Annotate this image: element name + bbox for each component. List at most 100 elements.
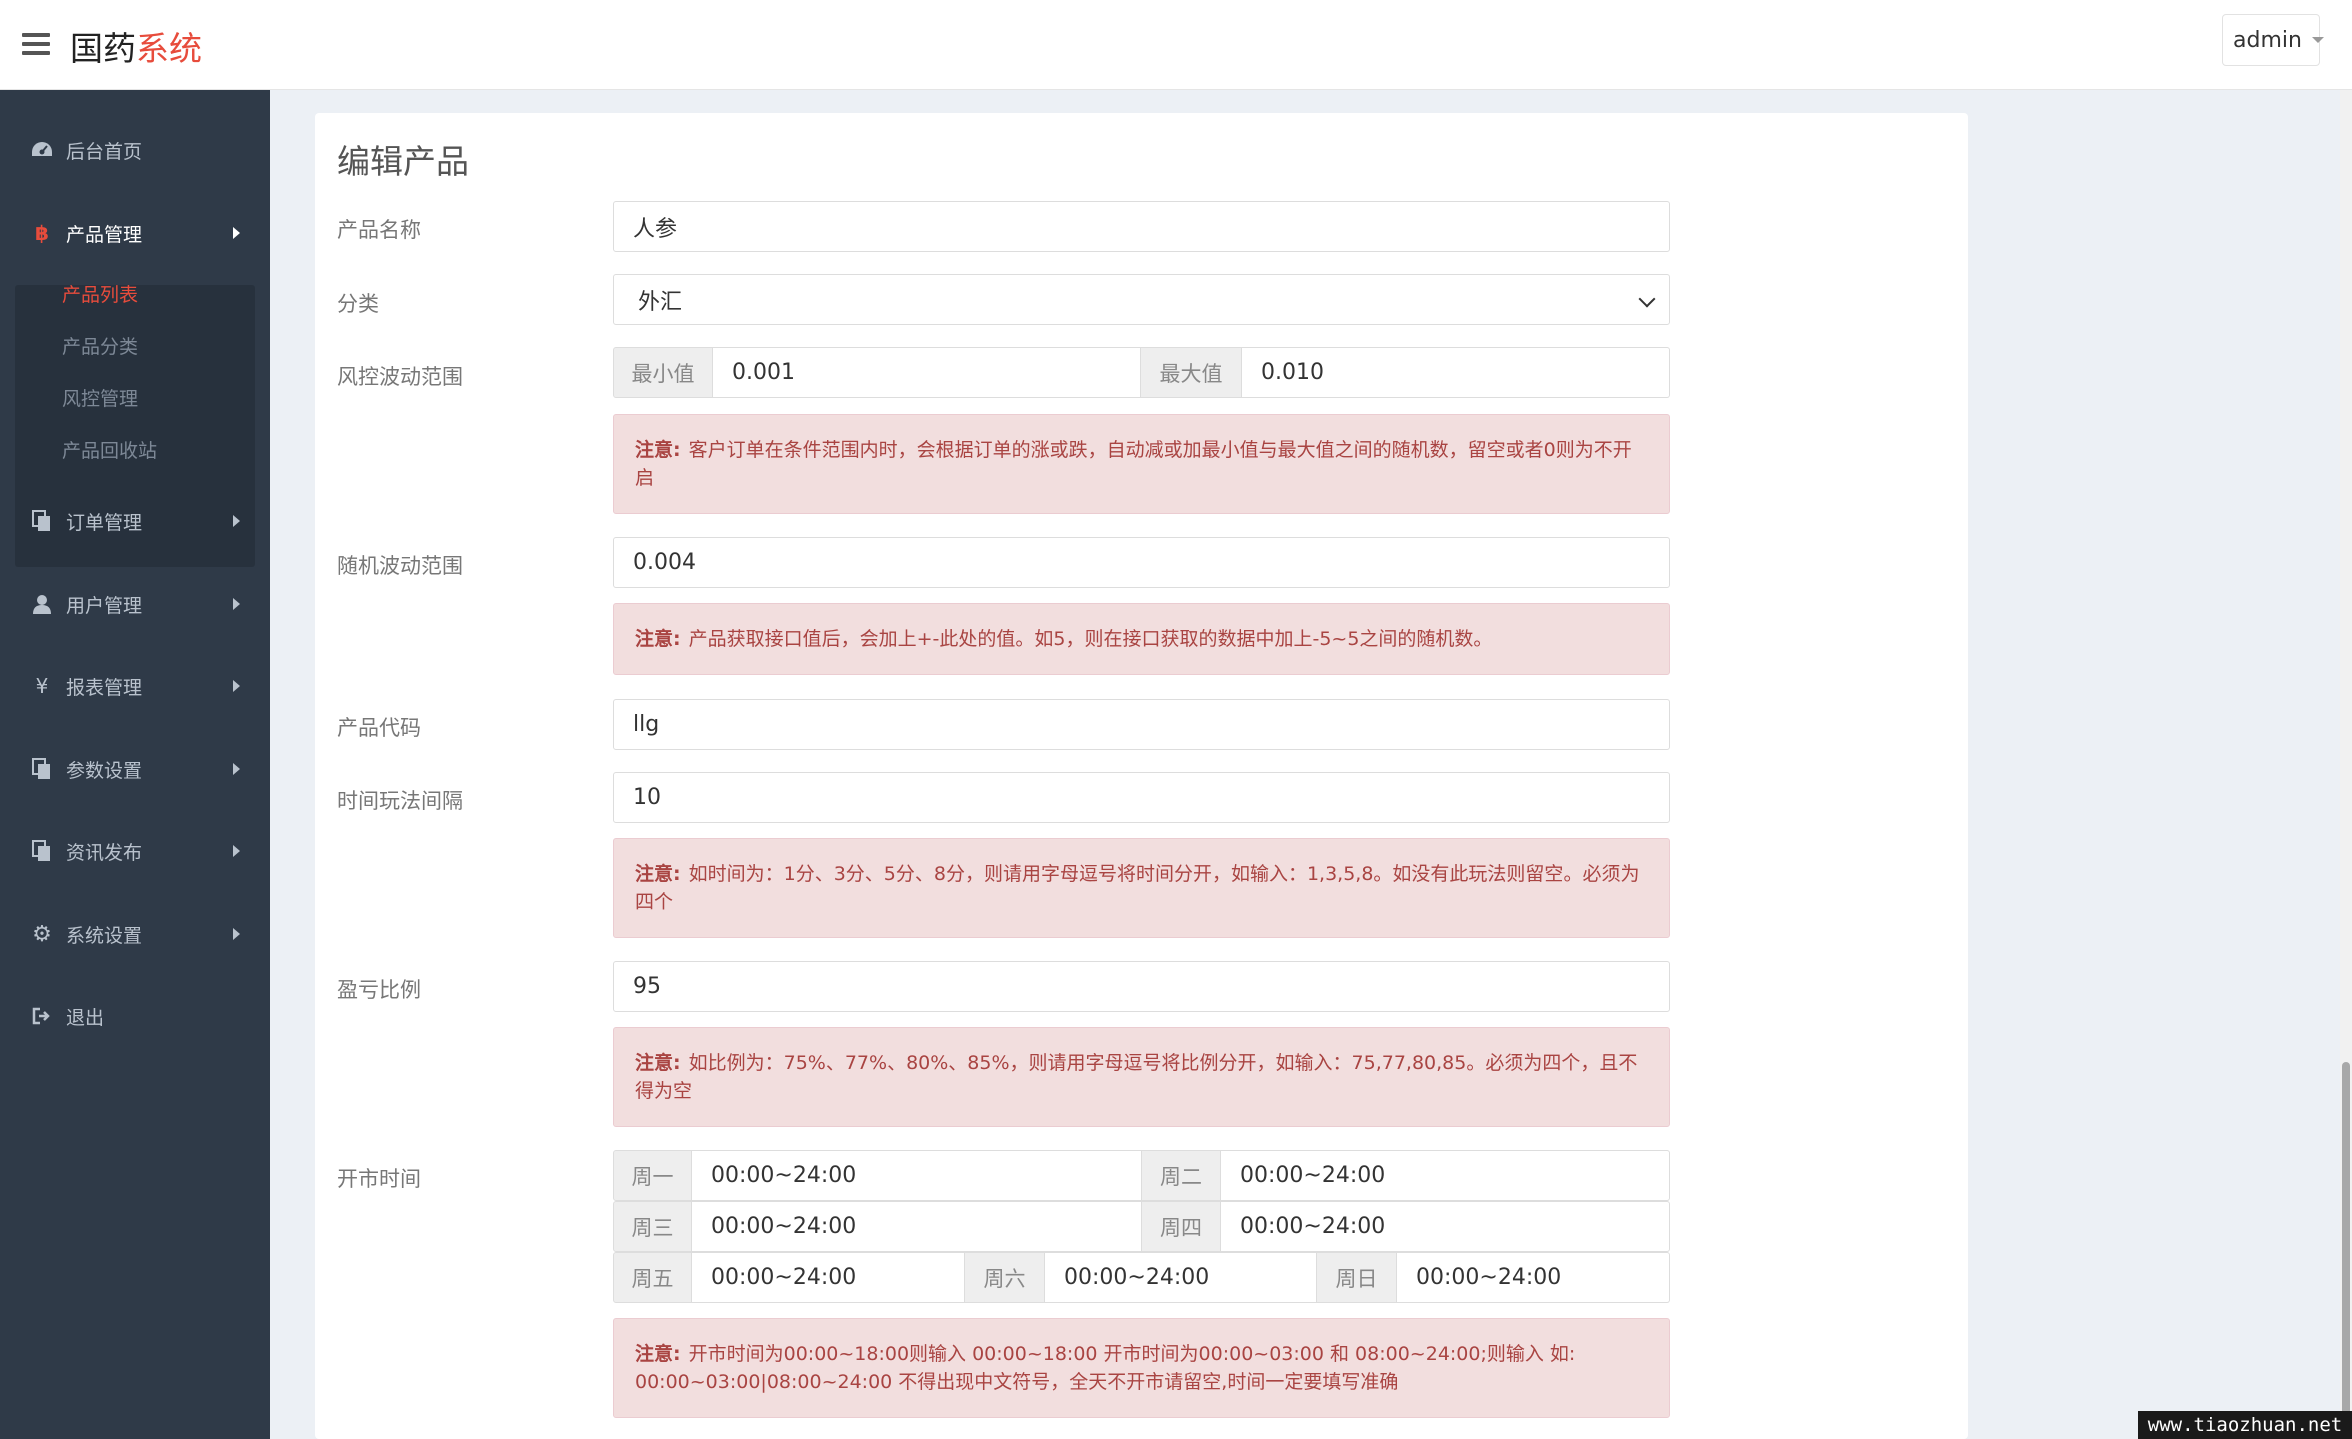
scrollbar-thumb[interactable]	[2342, 1062, 2350, 1439]
sign-out-icon	[30, 1004, 54, 1028]
sidebar-item-label: 产品管理	[66, 223, 143, 246]
category-label: 分类	[337, 292, 379, 316]
user-icon	[30, 592, 54, 616]
caret-down-icon	[2311, 37, 2324, 43]
alert-prefix: 注意:	[635, 1343, 681, 1365]
day-addon-thu: 周四	[1142, 1201, 1221, 1252]
bitcoin-icon: ฿	[35, 221, 49, 245]
yen-icon: ¥	[35, 674, 49, 698]
sidebar-item-dashboard[interactable]: 后台首页	[0, 120, 270, 180]
market-time-row-2: 周三 00:00~24:00 周四 00:00~24:00	[613, 1201, 1670, 1252]
random-note-alert: 注意: 产品获取接口值后，会加上+-此处的值。如5，则在接口获取的数据中加上-5~…	[613, 603, 1670, 675]
time-input-thu[interactable]: 00:00~24:00	[1221, 1201, 1670, 1252]
random-range-value: 0.004	[633, 550, 696, 575]
time-value-sat: 00:00~24:00	[1064, 1265, 1210, 1290]
ratio-note-alert: 注意: 如比例为：75%、77%、80%、85%，则请用字母逗号将比例分开，如输入…	[613, 1027, 1670, 1127]
category-value: 外汇	[638, 289, 683, 315]
product-name-label: 产品名称	[337, 218, 421, 242]
product-name-value: 人参	[633, 216, 678, 242]
sidebar-item-product[interactable]: ฿ 产品管理	[0, 203, 270, 263]
time-interval-input[interactable]: 10	[613, 772, 1670, 823]
time-interval-value: 10	[633, 785, 661, 810]
profit-ratio-value: 95	[633, 974, 661, 999]
market-time-row-3: 周五 00:00~24:00 周六 00:00~24:00 周日 00:00~2…	[613, 1252, 1670, 1303]
sidebar-sub-product-category[interactable]: 产品分类	[62, 332, 138, 359]
chevron-right-icon	[233, 928, 240, 940]
risk-min-addon: 最小值	[613, 347, 713, 398]
sidebar-item-users[interactable]: 用户管理	[0, 574, 270, 634]
time-value-thu: 00:00~24:00	[1240, 1214, 1386, 1239]
time-interval-label: 时间玩法间隔	[337, 789, 463, 813]
gears-icon: ⚙	[32, 921, 52, 947]
copy-icon	[30, 839, 54, 863]
sidebar-item-params[interactable]: 参数设置	[0, 739, 270, 799]
day-addon-tue: 周二	[1142, 1150, 1221, 1201]
profit-ratio-input[interactable]: 95	[613, 961, 1670, 1012]
menu-toggle-icon[interactable]	[22, 33, 50, 55]
risk-note-alert: 注意: 客户订单在条件范围内时，会根据订单的涨或跌，自动减或加最小值与最大值之间的…	[613, 414, 1670, 514]
product-code-label: 产品代码	[337, 716, 421, 740]
random-note-text: 产品获取接口值后，会加上+-此处的值。如5，则在接口获取的数据中加上-5~5之间…	[688, 628, 1493, 650]
sidebar-item-orders[interactable]: 订单管理	[0, 491, 270, 551]
chevron-down-icon	[1638, 290, 1656, 308]
chevron-right-icon	[233, 598, 240, 610]
sidebar-sub-recycle-bin[interactable]: 产品回收站	[62, 436, 157, 463]
sidebar-item-system[interactable]: ⚙ 系统设置	[0, 904, 270, 964]
sidebar-item-label: 参数设置	[66, 759, 143, 782]
product-name-input[interactable]: 人参	[613, 201, 1670, 252]
time-value-fri: 00:00~24:00	[711, 1265, 857, 1290]
risk-range-group: 最小值 0.001 最大值 0.010	[613, 347, 1670, 398]
sidebar-item-reports[interactable]: ¥ 报表管理	[0, 656, 270, 716]
sidebar-item-label: 报表管理	[66, 676, 143, 699]
time-value-mon: 00:00~24:00	[711, 1163, 857, 1188]
risk-max-addon: 最大值	[1141, 347, 1242, 398]
page-scrollbar[interactable]	[2340, 90, 2352, 1439]
random-range-input[interactable]: 0.004	[613, 537, 1670, 588]
sidebar-item-label: 用户管理	[66, 594, 143, 617]
risk-range-label: 风控波动范围	[337, 365, 463, 389]
risk-min-value: 0.001	[732, 360, 795, 385]
category-select[interactable]: 外汇	[613, 274, 1670, 325]
chevron-right-icon	[233, 515, 240, 527]
chevron-right-icon	[233, 680, 240, 692]
time-input-wed[interactable]: 00:00~24:00	[692, 1201, 1142, 1252]
time-value-tue: 00:00~24:00	[1240, 1163, 1386, 1188]
sidebar-item-label: 后台首页	[66, 140, 143, 163]
day-addon-wed: 周三	[613, 1201, 692, 1252]
user-dropdown-button[interactable]: admin	[2222, 14, 2324, 66]
product-code-value: llg	[633, 712, 660, 737]
market-time-label: 开市时间	[337, 1167, 421, 1191]
user-name: admin	[2233, 27, 2302, 53]
alert-prefix: 注意:	[635, 863, 681, 885]
copy-icon	[30, 509, 54, 533]
sidebar-item-label: 资讯发布	[66, 841, 143, 864]
sidebar-item-label: 退出	[66, 1006, 105, 1029]
time-input-tue[interactable]: 00:00~24:00	[1221, 1150, 1670, 1201]
product-code-input[interactable]: llg	[613, 699, 1670, 750]
risk-min-input[interactable]: 0.001	[713, 347, 1141, 398]
day-addon-sat: 周六	[965, 1252, 1045, 1303]
market-time-note-alert: 注意: 开市时间为00:00~18:00则输入 00:00~18:00 开市时间为…	[613, 1318, 1670, 1418]
chevron-right-icon	[233, 227, 240, 239]
time-input-sat[interactable]: 00:00~24:00	[1045, 1252, 1317, 1303]
alert-prefix: 注意:	[635, 628, 681, 650]
sidebar-sub-risk-control[interactable]: 风控管理	[62, 384, 138, 411]
day-addon-sun: 周日	[1317, 1252, 1397, 1303]
market-time-note-text: 开市时间为00:00~18:00则输入 00:00~18:00 开市时间为00:…	[635, 1343, 1576, 1393]
time-input-fri[interactable]: 00:00~24:00	[692, 1252, 965, 1303]
time-input-sun[interactable]: 00:00~24:00	[1397, 1252, 1670, 1303]
sidebar: 后台首页 ฿ 产品管理 产品列表 产品分类 风控管理 产品回收站 订单管理 用户…	[0, 90, 270, 1439]
page-title: 编辑产品	[337, 142, 469, 181]
risk-max-input[interactable]: 0.010	[1242, 347, 1670, 398]
copy-icon	[30, 757, 54, 781]
time-input-mon[interactable]: 00:00~24:00	[692, 1150, 1142, 1201]
top-header: 国药系统 admin	[0, 0, 2352, 90]
sidebar-item-news[interactable]: 资讯发布	[0, 821, 270, 881]
sidebar-item-logout[interactable]: 退出	[0, 986, 270, 1046]
dashboard-icon	[30, 138, 54, 162]
random-range-label: 随机波动范围	[337, 554, 463, 578]
day-addon-fri: 周五	[613, 1252, 692, 1303]
sidebar-sub-product-list[interactable]: 产品列表	[62, 280, 138, 307]
market-time-row-1: 周一 00:00~24:00 周二 00:00~24:00	[613, 1150, 1670, 1201]
alert-prefix: 注意:	[635, 1052, 681, 1074]
